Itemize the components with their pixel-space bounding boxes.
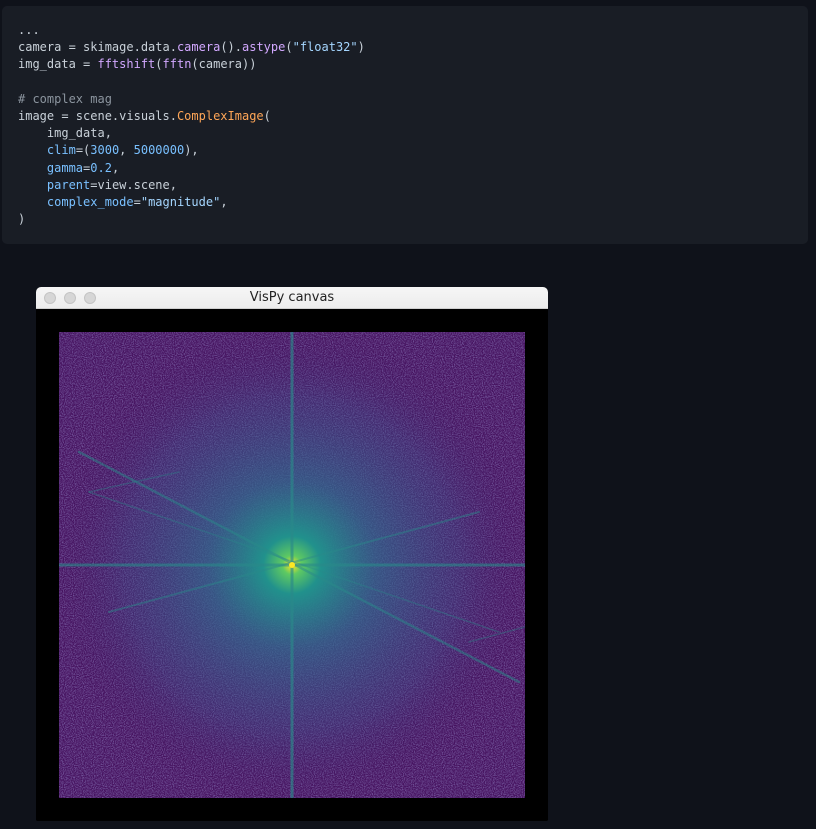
- code-token: complex_mode: [46, 195, 134, 210]
- code-line: # complex mag: [18, 92, 112, 106]
- fft-magnitude-plot: [59, 332, 525, 798]
- vispy-window[interactable]: VisPy canvas: [36, 287, 548, 821]
- code-token: (: [155, 57, 163, 72]
- window-title: VisPy canvas: [249, 290, 335, 305]
- code-token: =(: [75, 143, 91, 158]
- code-token: clim: [46, 143, 76, 158]
- code-token: parent: [46, 177, 91, 192]
- code-token: astype: [242, 40, 286, 55]
- code-token: image = scene.visuals.: [18, 109, 177, 124]
- code-token: "magnitude": [140, 195, 221, 210]
- code-line: img_data = fftshift(fftn(camera)): [18, 57, 256, 71]
- code-line: image = scene.visuals.ComplexImage(: [18, 109, 271, 123]
- code-token: ): [357, 40, 365, 55]
- code-token: 3000: [90, 143, 120, 158]
- code-token: ,: [220, 195, 228, 210]
- code-line: img_data,: [18, 126, 112, 140]
- code-token: img_data,: [18, 126, 112, 141]
- code-line: ...: [18, 23, 40, 37]
- code-token: ,: [119, 143, 134, 158]
- code-token: 5000000: [133, 143, 185, 158]
- window-titlebar[interactable]: VisPy canvas: [36, 287, 548, 309]
- code-token: (camera)): [191, 57, 257, 72]
- code-token: ): [18, 212, 26, 227]
- vispy-canvas[interactable]: [36, 309, 548, 821]
- code-line: gamma=0.2,: [18, 161, 119, 175]
- code-token: ...: [18, 23, 40, 37]
- code-block: ... camera = skimage.data.camera().astyp…: [2, 6, 808, 244]
- code-token: 0.2: [90, 160, 112, 175]
- code-token: camera = skimage.data.: [18, 40, 177, 55]
- code-token: img_data =: [18, 57, 98, 72]
- code-token: fftn: [162, 57, 192, 72]
- code-line: complex_mode="magnitude",: [18, 195, 228, 209]
- code-token: ().: [220, 40, 242, 55]
- code-line: camera = skimage.data.camera().astype("f…: [18, 40, 365, 54]
- code-token: (: [263, 109, 271, 124]
- code-token: # complex mag: [18, 91, 112, 106]
- code-token: "float32": [292, 40, 358, 55]
- code-line: parent=view.scene,: [18, 178, 177, 192]
- fft-magnitude-image: [59, 332, 525, 798]
- code-token: camera: [176, 40, 221, 55]
- code-line: ): [18, 212, 25, 226]
- code-token: ComplexImage: [176, 109, 264, 124]
- code-token: gamma: [46, 160, 84, 175]
- code-token: ,: [111, 160, 120, 175]
- code-token: (: [285, 40, 293, 55]
- code-token: =: [133, 195, 141, 210]
- code-token: ),: [184, 143, 199, 158]
- code-token: fftshift: [97, 57, 156, 72]
- code-listing: ... camera = skimage.data.camera().astyp…: [18, 22, 792, 228]
- dc-peak: [289, 562, 295, 568]
- code-line: clim=(3000, 5000000),: [18, 143, 199, 157]
- code-token: =view.scene,: [90, 177, 177, 192]
